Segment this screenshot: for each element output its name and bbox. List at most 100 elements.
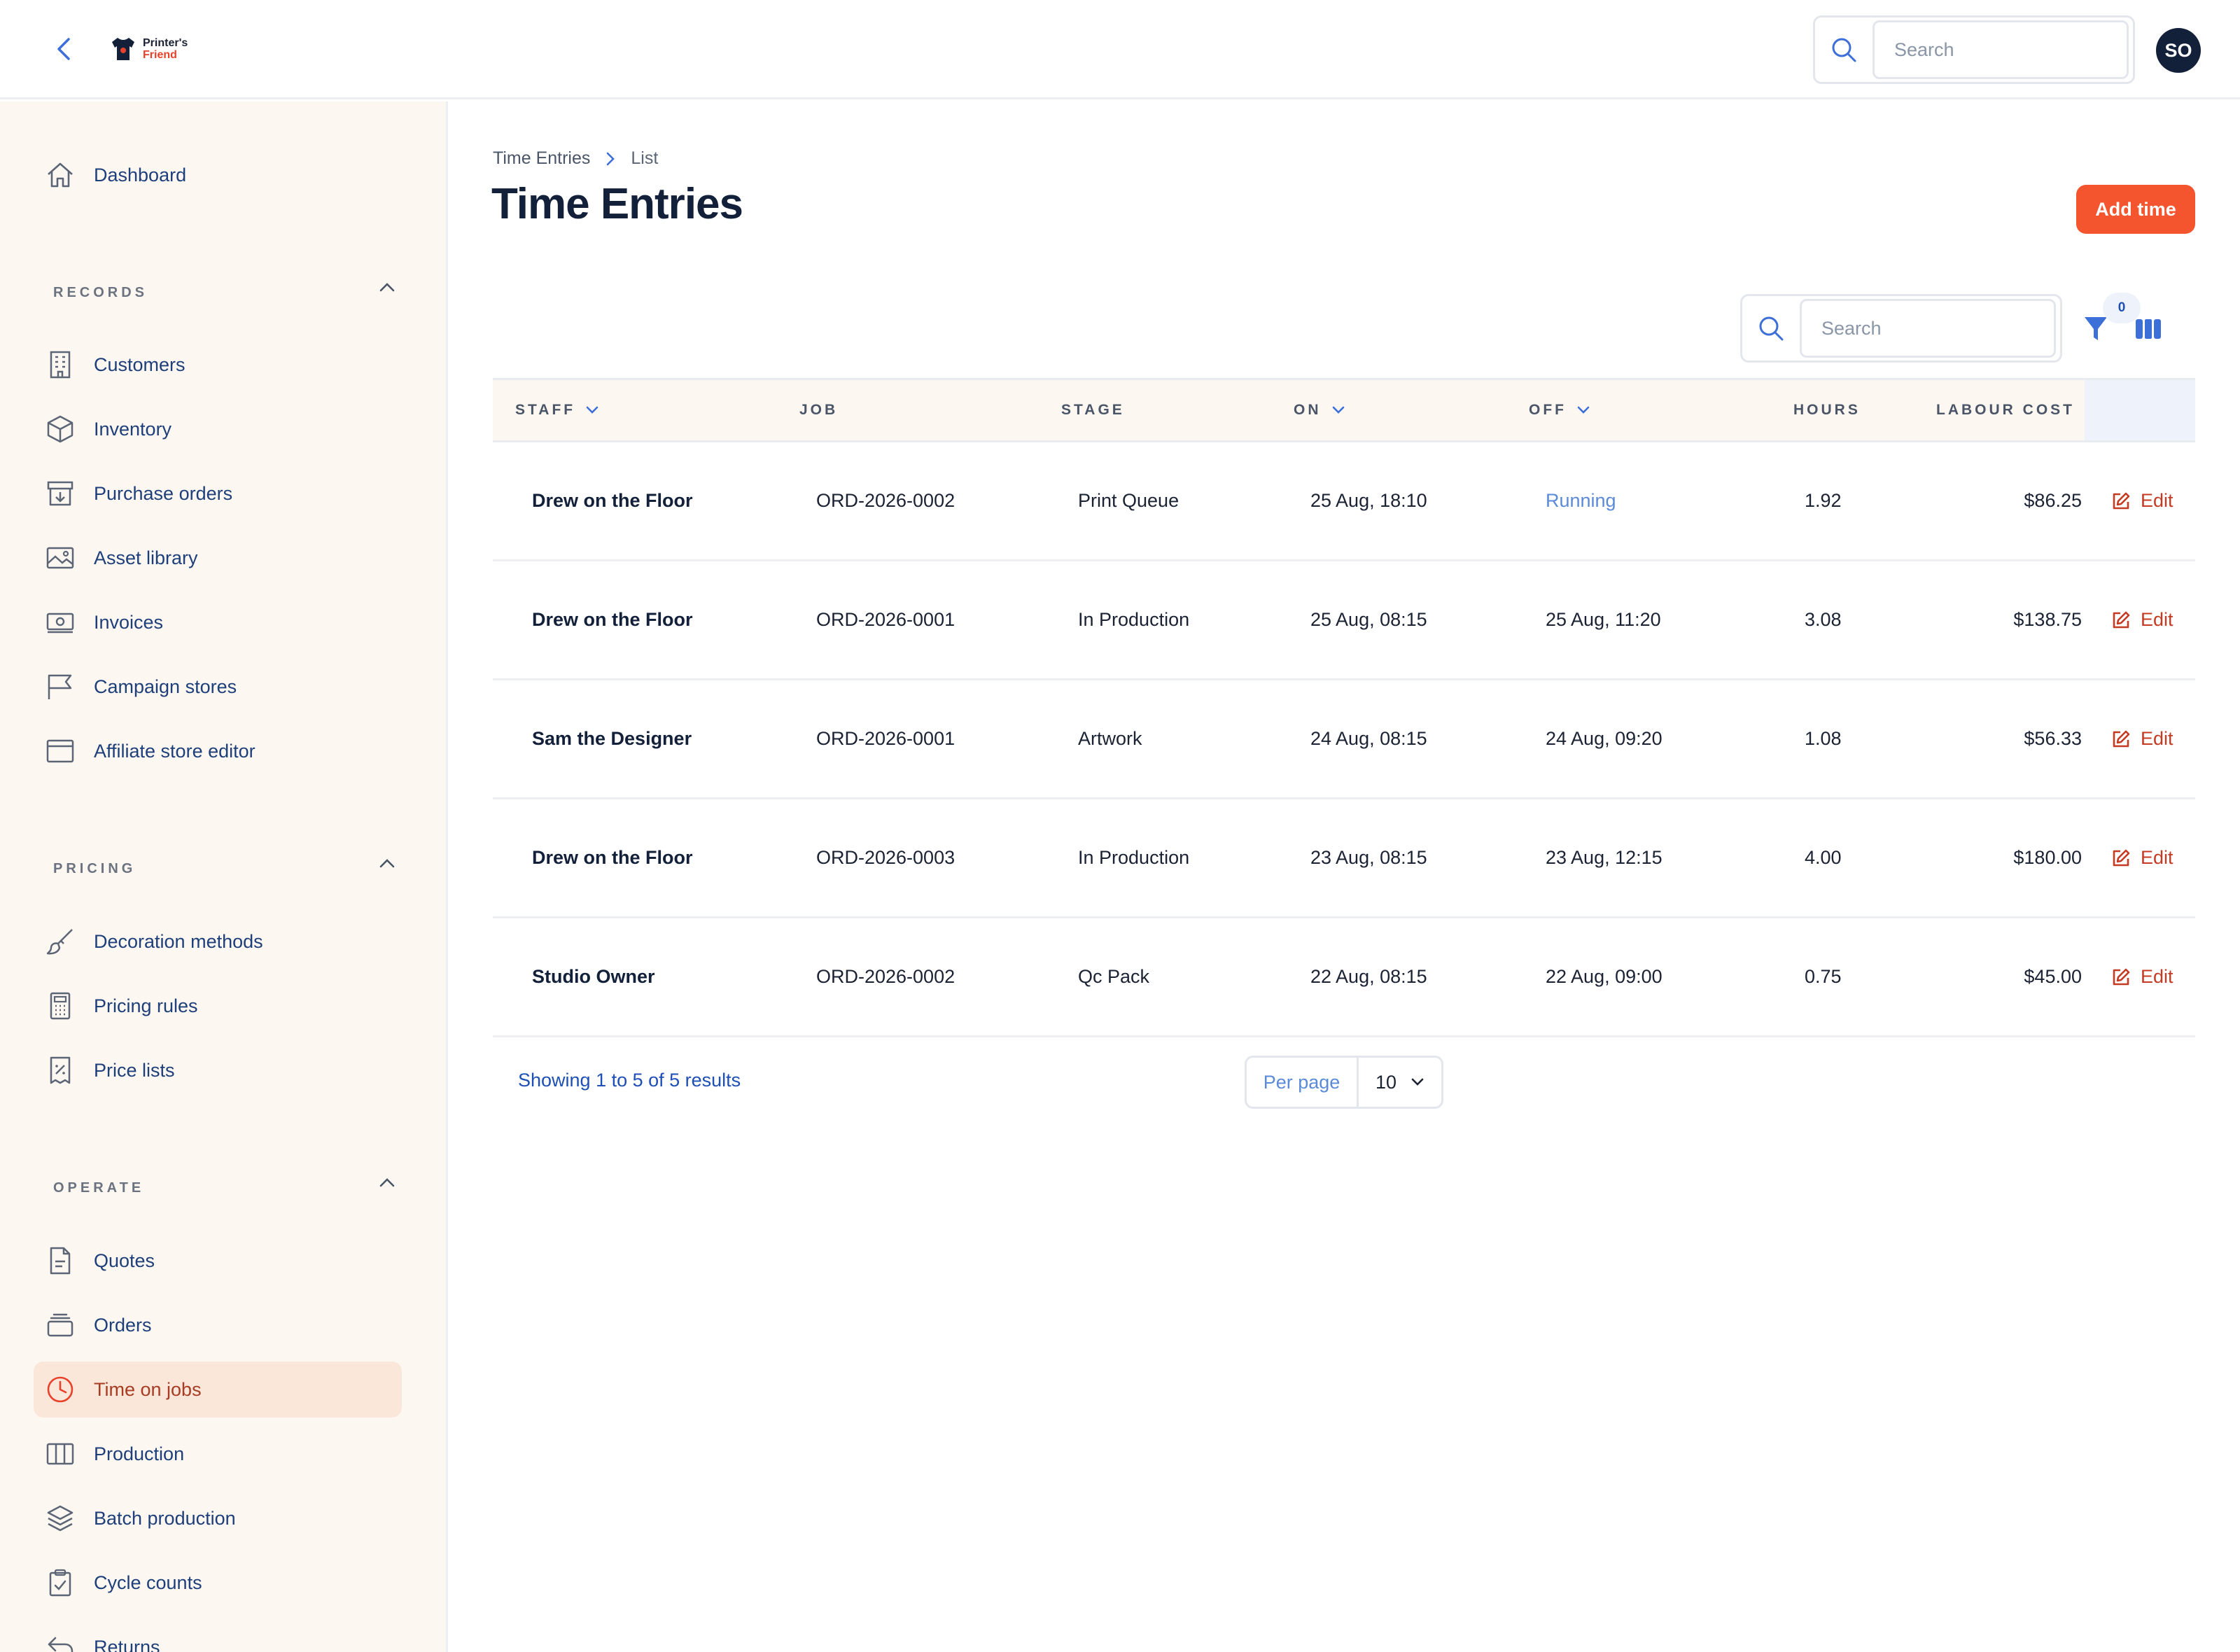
app-logo[interactable]: Printer's Friend — [109, 34, 188, 64]
cell-labour-cost: $56.33 — [2024, 728, 2082, 749]
edit-button[interactable]: Edit — [2111, 442, 2174, 559]
cell-staff[interactable]: Drew on the Floor — [532, 561, 693, 678]
column-label: STAFF — [515, 402, 576, 418]
operate-collapse-toggle[interactable] — [375, 1170, 399, 1194]
edit-button[interactable]: Edit — [2111, 680, 2174, 797]
cell-off: Running — [1546, 490, 1616, 511]
sidebar-item-affiliate-store-editor[interactable]: Affiliate store editor — [34, 723, 402, 779]
cell-off: 24 Aug, 09:20 — [1546, 728, 1662, 749]
table-row: Drew on the Floor ORD-2026-0002 Print Qu… — [493, 442, 2195, 561]
logo-line-1: Printer's — [143, 37, 188, 49]
table-row: Drew on the Floor ORD-2026-0001 In Produ… — [493, 561, 2195, 680]
column-header-off[interactable]: OFF — [1529, 380, 1590, 440]
chevron-down-icon — [1411, 1078, 1424, 1086]
cell-staff[interactable]: Sam the Designer — [532, 680, 692, 797]
column-header-hours: HOURS — [1793, 380, 1861, 440]
cell-job: ORD-2026-0002 — [816, 966, 955, 987]
sidebar-item-price-lists[interactable]: Price lists — [34, 1042, 402, 1098]
column-header-on[interactable]: ON — [1294, 380, 1345, 440]
edit-icon — [2113, 492, 2130, 509]
cell-labour-cost: $180.00 — [2013, 847, 2082, 868]
sidebar-item-returns[interactable]: Returns — [34, 1619, 402, 1652]
sidebar-item-dashboard[interactable]: Dashboard — [34, 147, 402, 203]
user-avatar[interactable]: SO — [2156, 28, 2201, 73]
cell-labour-cost: $45.00 — [2024, 966, 2082, 987]
chevron-left-icon — [57, 38, 70, 60]
sidebar-item-purchase-orders[interactable]: Purchase orders — [34, 465, 402, 522]
paintbrush-icon — [45, 926, 76, 957]
sidebar-item-label: Orders — [94, 1314, 152, 1336]
chevron-up-icon — [379, 859, 395, 868]
cell-hours: 0.75 — [1805, 966, 1842, 987]
sidebar-item-quotes[interactable]: Quotes — [34, 1233, 402, 1289]
sidebar-item-production[interactable]: Production — [34, 1426, 402, 1482]
sidebar-item-orders[interactable]: Orders — [34, 1297, 402, 1353]
sidebar-item-campaign-stores[interactable]: Campaign stores — [34, 659, 402, 715]
edit-button[interactable]: Edit — [2111, 799, 2174, 916]
columns-toggle-button[interactable] — [2131, 312, 2166, 346]
sidebar-item-label: Affiliate store editor — [94, 740, 255, 762]
column-label: LABOUR COST — [1936, 402, 2075, 418]
cell-job: ORD-2026-0001 — [816, 609, 955, 630]
column-header-staff[interactable]: STAFF — [515, 380, 599, 440]
sidebar-item-customers[interactable]: Customers — [34, 337, 402, 393]
search-icon — [1815, 18, 1872, 82]
cell-on: 25 Aug, 18:10 — [1310, 490, 1427, 511]
per-page-control: Per page 10 — [1245, 1056, 1443, 1109]
time-entries-table: STAFF JOB STAGE ON OFF HOURS LABOUR COST… — [493, 378, 2195, 1037]
column-label: JOB — [799, 402, 839, 418]
edit-icon — [2113, 611, 2130, 628]
table-header: STAFF JOB STAGE ON OFF HOURS LABOUR COST — [493, 378, 2195, 442]
column-header-labour-cost: LABOUR COST — [1936, 380, 2075, 440]
cell-staff[interactable]: Drew on the Floor — [532, 799, 693, 916]
browser-window-icon — [45, 736, 76, 766]
records-collapse-toggle[interactable] — [375, 275, 399, 299]
edit-label: Edit — [2141, 728, 2174, 749]
sidebar-item-cycle-counts[interactable]: Cycle counts — [34, 1555, 402, 1611]
cell-job: ORD-2026-0003 — [816, 847, 955, 868]
sidebar-item-pricing-rules[interactable]: Pricing rules — [34, 978, 402, 1034]
clipboard-check-icon — [45, 1567, 76, 1598]
sidebar: Dashboard RECORDS Customers Inventory Pu… — [0, 102, 448, 1652]
cell-labour-cost: $86.25 — [2024, 490, 2082, 511]
cell-on: 25 Aug, 08:15 — [1310, 609, 1427, 630]
per-page-label: Per page — [1247, 1058, 1359, 1107]
column-header-job: JOB — [799, 380, 838, 440]
sidebar-item-asset-library[interactable]: Asset library — [34, 530, 402, 586]
edit-button[interactable]: Edit — [2111, 918, 2174, 1035]
sidebar-item-label: Price lists — [94, 1059, 175, 1081]
column-label: ON — [1294, 402, 1322, 418]
add-time-button[interactable]: Add time — [2076, 185, 2195, 234]
banknote-icon — [45, 607, 76, 638]
sidebar-item-decoration-methods[interactable]: Decoration methods — [34, 913, 402, 969]
cell-staff[interactable]: Studio Owner — [532, 918, 655, 1035]
table-row: Sam the Designer ORD-2026-0001 Artwork 2… — [493, 680, 2195, 799]
edit-label: Edit — [2141, 490, 2174, 511]
per-page-select[interactable]: 10 — [1359, 1058, 1441, 1107]
sidebar-item-time-on-jobs[interactable]: Time on jobs — [34, 1362, 402, 1418]
breadcrumb-parent-link[interactable]: Time Entries — [493, 148, 590, 169]
sidebar-item-inventory[interactable]: Inventory — [34, 401, 402, 457]
sidebar-item-label: Batch production — [94, 1507, 236, 1529]
pagination-summary: Showing 1 to 5 of 5 results — [518, 1070, 741, 1091]
global-search-input[interactable] — [1894, 38, 2127, 61]
section-title-pricing: PRICING — [53, 861, 136, 876]
edit-button[interactable]: Edit — [2111, 561, 2174, 678]
sidebar-item-label: Pricing rules — [94, 995, 198, 1016]
back-button[interactable] — [50, 35, 78, 63]
sidebar-item-label: Quotes — [94, 1250, 155, 1271]
chevron-down-icon — [1577, 406, 1590, 414]
sidebar-item-batch-production[interactable]: Batch production — [34, 1490, 402, 1546]
table-search-input[interactable] — [1821, 317, 2054, 340]
sidebar-item-label: Campaign stores — [94, 676, 237, 697]
cell-staff[interactable]: Drew on the Floor — [532, 442, 693, 559]
search-icon — [1742, 296, 1800, 360]
sidebar-item-label: Purchase orders — [94, 482, 233, 504]
edit-icon — [2113, 730, 2130, 747]
global-search — [1813, 15, 2135, 84]
column-label: STAGE — [1061, 402, 1125, 418]
cell-job: ORD-2026-0001 — [816, 728, 955, 749]
sidebar-item-invoices[interactable]: Invoices — [34, 594, 402, 650]
pricing-collapse-toggle[interactable] — [375, 851, 399, 875]
table-search-field — [1800, 299, 2056, 358]
